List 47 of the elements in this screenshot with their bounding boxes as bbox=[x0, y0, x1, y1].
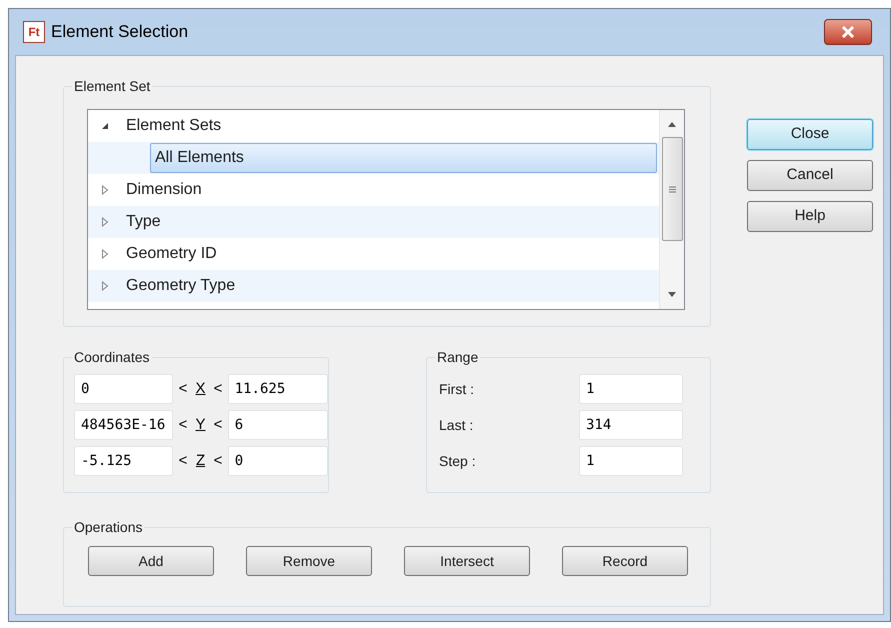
expand-arrow-icon[interactable] bbox=[100, 249, 110, 259]
close-button[interactable] bbox=[824, 19, 872, 45]
tree-item[interactable]: Type bbox=[124, 207, 163, 237]
operation-button[interactable]: Add bbox=[88, 546, 214, 576]
less-than-sign: < bbox=[178, 414, 188, 435]
tree-item[interactable]: Geometry Type bbox=[124, 271, 238, 301]
expand-arrow-icon[interactable] bbox=[100, 217, 110, 227]
scroll-up-icon[interactable] bbox=[668, 122, 676, 127]
operation-button[interactable]: Record bbox=[562, 546, 688, 576]
less-than-sign: < bbox=[178, 450, 188, 471]
tree-item[interactable]: All Elements bbox=[150, 143, 657, 173]
close-icon bbox=[841, 26, 855, 38]
field-label: Last : bbox=[439, 416, 474, 434]
field-label: Step : bbox=[439, 452, 477, 471]
less-than-sign: < bbox=[212, 450, 224, 471]
text-field[interactable]: 11.625 bbox=[228, 374, 328, 404]
less-than-sign: < bbox=[212, 378, 224, 399]
scroll-thumb[interactable] bbox=[662, 137, 682, 241]
dialog-button[interactable]: Cancel bbox=[747, 160, 873, 191]
expand-arrow-icon[interactable] bbox=[100, 281, 110, 291]
text-field[interactable]: 1 bbox=[579, 374, 683, 404]
dialog-button[interactable]: Close bbox=[747, 119, 873, 150]
scroll-down-icon[interactable] bbox=[668, 292, 676, 297]
less-than-sign: < bbox=[178, 378, 188, 399]
operation-button[interactable]: Remove bbox=[246, 546, 372, 576]
text-field[interactable]: 0 bbox=[74, 374, 174, 404]
text-field[interactable]: -5.125 bbox=[74, 446, 174, 476]
axis-label: Z bbox=[194, 450, 206, 471]
app-logo-icon: Ft bbox=[23, 21, 45, 43]
tree-item[interactable]: Geometry ID bbox=[124, 239, 219, 269]
window-title: Element Selection bbox=[51, 21, 188, 44]
less-than-sign: < bbox=[212, 414, 224, 435]
expand-arrow-icon[interactable] bbox=[100, 185, 110, 195]
axis-label: X bbox=[194, 378, 207, 399]
tree-item[interactable]: Dimension bbox=[124, 175, 204, 205]
operation-button[interactable]: Intersect bbox=[404, 546, 530, 576]
text-field[interactable]: 314 bbox=[579, 410, 683, 440]
text-field[interactable]: 0 bbox=[228, 446, 328, 476]
text-field[interactable]: 6 bbox=[228, 410, 328, 440]
scrollbar[interactable] bbox=[659, 110, 684, 309]
axis-label: Y bbox=[194, 414, 207, 435]
tree-item[interactable]: Element Sets bbox=[124, 111, 224, 141]
field-label: First : bbox=[439, 380, 475, 398]
text-field[interactable]: 484563E-16 bbox=[74, 410, 174, 440]
text-field[interactable]: 1 bbox=[579, 446, 683, 476]
dialog-button[interactable]: Help bbox=[747, 201, 873, 232]
collapse-arrow-icon[interactable] bbox=[100, 121, 110, 131]
